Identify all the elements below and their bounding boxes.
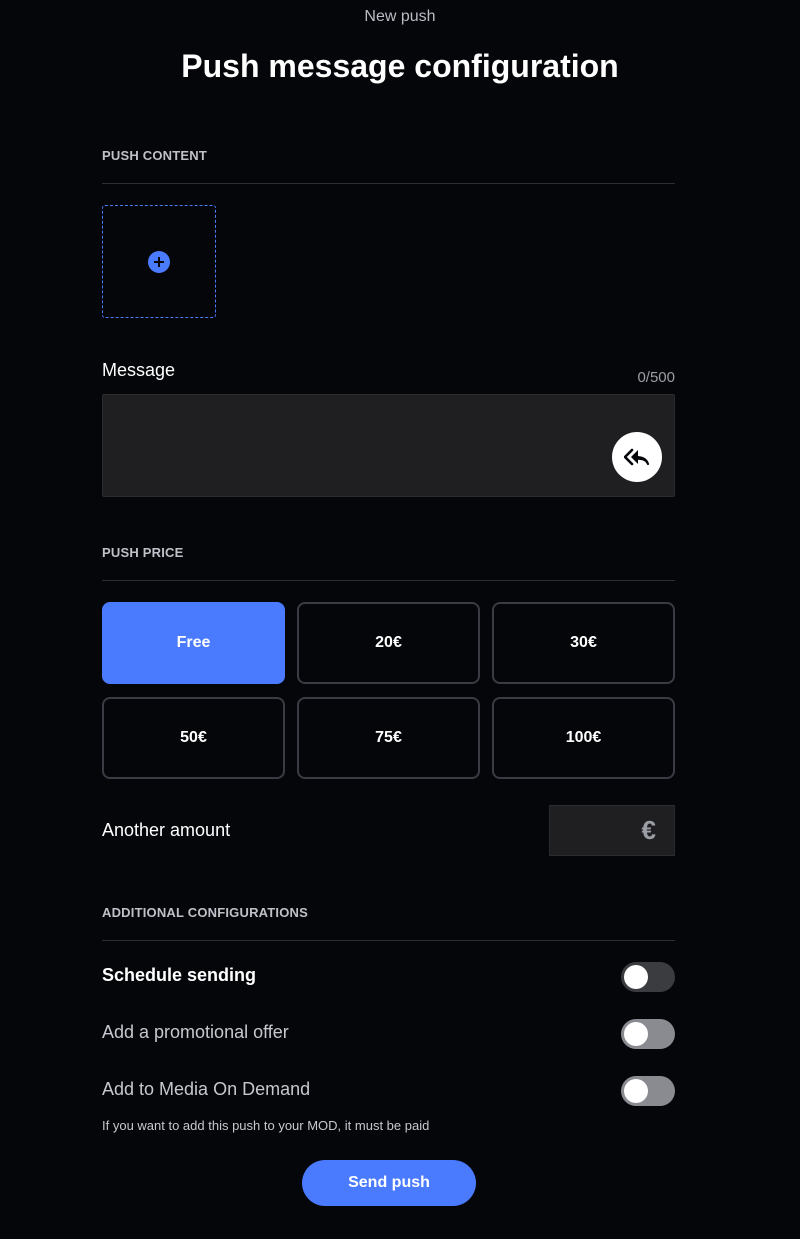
send-push-button[interactable]: Send push [302, 1160, 476, 1206]
message-label: Message [102, 360, 176, 380]
toggle-knob [624, 1079, 648, 1103]
media-on-demand-toggle[interactable] [621, 1076, 675, 1106]
promotional-offer-label: Add a promotional offer [102, 1022, 289, 1042]
additional-config-heading: ADDITIONAL CONFIGURATIONS [102, 905, 309, 920]
mod-helper-text: If you want to add this push to your MOD… [102, 1118, 430, 1133]
schedule-sending-label: Schedule sending [102, 965, 257, 985]
push-price-heading: PUSH PRICE [102, 545, 184, 560]
price-option-20[interactable]: 20€ [297, 602, 480, 684]
price-option-30[interactable]: 30€ [492, 602, 675, 684]
plus-circle-icon [148, 250, 170, 273]
page-title: Push message configuration [181, 48, 619, 84]
toggle-knob [624, 1022, 648, 1046]
divider [102, 183, 675, 184]
message-field-container [102, 394, 675, 497]
char-counter: 0/500 [637, 369, 675, 386]
toggle-knob [624, 965, 648, 989]
another-amount-input[interactable] [550, 806, 640, 855]
page-subtitle: New push [364, 8, 436, 25]
euro-icon: € [641, 815, 656, 845]
another-amount-field: € [549, 805, 675, 856]
price-option-75[interactable]: 75€ [297, 697, 480, 779]
reply-all-button[interactable] [612, 432, 662, 482]
promotional-offer-toggle[interactable] [621, 1019, 675, 1049]
push-config-page: New push Push message configuration PUSH… [0, 0, 800, 1239]
schedule-sending-toggle[interactable] [621, 962, 675, 992]
price-option-100[interactable]: 100€ [492, 697, 675, 779]
divider [102, 580, 675, 581]
message-input[interactable] [103, 395, 674, 496]
price-options-grid: Free 20€ 30€ 50€ 75€ 100€ [102, 602, 675, 779]
reply-all-icon [624, 448, 650, 466]
another-amount-label: Another amount [102, 820, 231, 840]
price-option-free[interactable]: Free [102, 602, 285, 684]
push-content-heading: PUSH CONTENT [102, 148, 207, 163]
price-option-50[interactable]: 50€ [102, 697, 285, 779]
media-on-demand-label: Add to Media On Demand [102, 1079, 311, 1099]
divider [102, 940, 675, 941]
media-upload-button[interactable] [102, 205, 216, 318]
